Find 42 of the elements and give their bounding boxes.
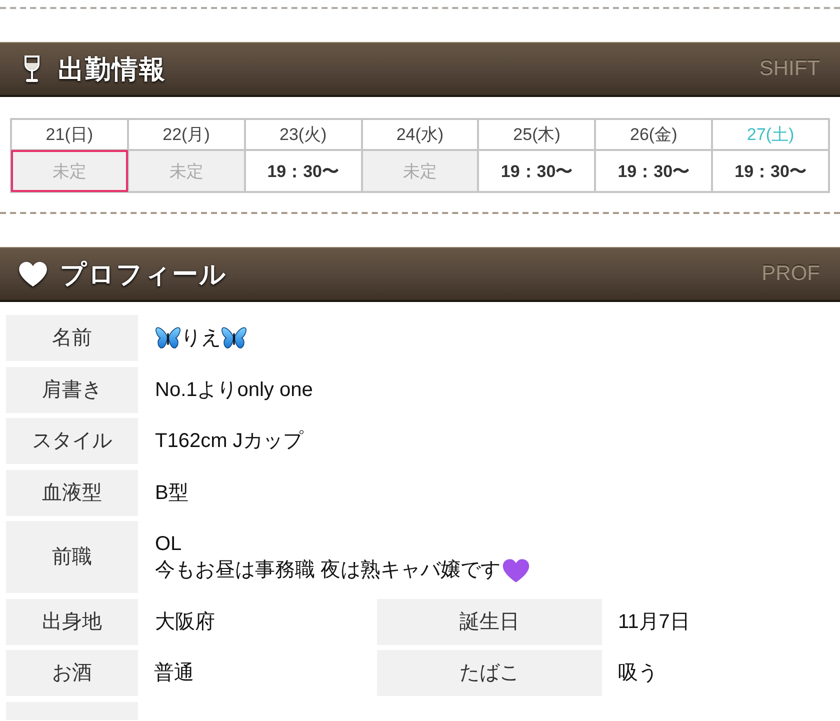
label-cell: 誕生日 [377, 598, 602, 644]
field-value: 今もお昼は事務職 夜は熟キャバ嬢です [155, 558, 501, 583]
shift-cell: 19：30〜 [244, 150, 362, 192]
section-title: 出勤情報 [58, 52, 166, 86]
date-cell: 22(月) [128, 119, 245, 150]
date-cell: 26(金) [595, 119, 712, 150]
butterfly-icon [155, 325, 181, 351]
field-value: 11月7日 [618, 610, 690, 634]
label-cell: たばこ [377, 650, 602, 696]
label-cell: 血液型 [6, 470, 138, 516]
butterfly-icon [221, 325, 247, 351]
shift-cell: 未定 [11, 150, 128, 192]
field-value: T162cm Jカップ [155, 429, 303, 454]
shift-cell: 未定 [362, 150, 478, 192]
field-value: No.1よりonly one [155, 378, 313, 402]
section-subtitle: PROF [762, 262, 820, 286]
field-value: 大阪府 [155, 610, 215, 634]
field-value: 吸う [618, 661, 658, 686]
heart-icon [18, 261, 48, 287]
shift-cell: 19：30〜 [595, 150, 712, 192]
field-value: 普通 [154, 661, 194, 686]
heart-icon [502, 558, 530, 582]
name-value: りえ [181, 326, 221, 351]
label-cell: 肩書き [6, 366, 138, 412]
label-cell: 出身地 [6, 598, 138, 644]
label-cell: 前職 [6, 521, 138, 593]
date-cell: 25(木) [478, 119, 596, 150]
shift-cell: 19：30〜 [712, 150, 829, 192]
date-cell: 23(火) [244, 119, 362, 150]
wine-glass-icon [22, 54, 42, 84]
field-value: B型 [155, 480, 188, 506]
date-cell: 21(日) [11, 119, 128, 150]
shift-cell: 19：30〜 [478, 150, 596, 192]
field-value: OL [155, 532, 182, 557]
label-cell: 名前 [6, 315, 138, 361]
label-cell: スタイル [6, 418, 138, 464]
label-cell: お酒 [6, 650, 138, 696]
date-cell: 24(水) [362, 119, 478, 150]
section-subtitle: SHIFT [759, 57, 820, 81]
date-cell: 27(土) [712, 119, 829, 150]
section-title: プロフィール [60, 258, 227, 290]
shift-cell: 未定 [128, 150, 245, 192]
